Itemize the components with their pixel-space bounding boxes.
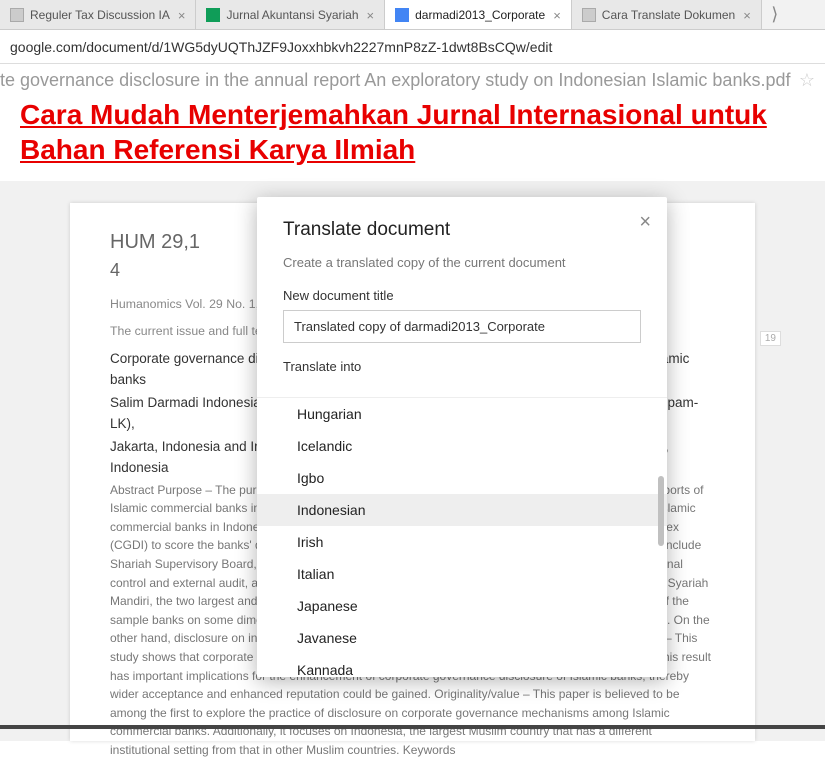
new-tab-button[interactable]: ⟩ — [762, 0, 788, 29]
language-option[interactable]: Hungarian — [257, 398, 667, 430]
browser-tabs: Reguler Tax Discussion IA × Jurnal Akunt… — [0, 0, 825, 30]
close-icon[interactable]: × — [639, 211, 651, 234]
language-option-highlighted[interactable]: Indonesian — [257, 494, 667, 526]
language-option[interactable]: Javanese — [257, 622, 667, 654]
language-option[interactable]: Japanese — [257, 590, 667, 622]
tab-0[interactable]: Reguler Tax Discussion IA × — [0, 0, 196, 30]
title-field-label: New document title — [283, 288, 641, 303]
title-input[interactable] — [283, 310, 641, 343]
overlay-headline: Cara Mudah Menterjemahkan Jurnal Interna… — [20, 97, 805, 167]
ruler-marker: 19 — [760, 331, 781, 346]
tab-title: Jurnal Akuntansi Syariah — [226, 8, 358, 22]
close-icon[interactable]: × — [553, 8, 561, 23]
url-bar[interactable]: google.com/document/d/1WG5dyUQThJZF9Joxx… — [0, 30, 825, 64]
language-option[interactable]: Irish — [257, 526, 667, 558]
close-icon[interactable]: × — [178, 8, 186, 23]
translate-modal: × Translate document Create a translated… — [257, 197, 667, 677]
modal-subtitle: Create a translated copy of the current … — [283, 255, 641, 270]
doc-filename-row: te governance disclosure in the annual r… — [0, 64, 825, 91]
tab-1[interactable]: Jurnal Akuntansi Syariah × — [196, 0, 385, 30]
language-option[interactable]: Icelandic — [257, 430, 667, 462]
doc-filename[interactable]: te governance disclosure in the annual r… — [0, 70, 790, 90]
scrollbar-thumb[interactable] — [658, 476, 664, 546]
close-icon[interactable]: × — [367, 8, 375, 23]
tab-favicon — [582, 8, 596, 22]
tab-title: darmadi2013_Corporate — [415, 8, 545, 22]
modal-title: Translate document — [283, 219, 641, 241]
tab-favicon — [395, 8, 409, 22]
star-icon[interactable]: ☆ — [799, 70, 815, 91]
tab-favicon — [206, 8, 220, 22]
tab-favicon — [10, 8, 24, 22]
language-dropdown[interactable]: Hungarian Icelandic Igbo Indonesian Iris… — [257, 397, 667, 677]
overlay-headline-area: Cara Mudah Menterjemahkan Jurnal Interna… — [0, 91, 825, 181]
language-option[interactable]: Igbo — [257, 462, 667, 494]
language-option[interactable]: Kannada — [257, 654, 667, 677]
url-text: google.com/document/d/1WG5dyUQThJZF9Joxx… — [10, 39, 552, 55]
tab-2[interactable]: darmadi2013_Corporate × — [385, 0, 572, 30]
tab-title: Cara Translate Dokumen — [602, 8, 735, 22]
bottom-bar — [0, 725, 825, 729]
tab-title: Reguler Tax Discussion IA — [30, 8, 170, 22]
language-option[interactable]: Italian — [257, 558, 667, 590]
close-icon[interactable]: × — [743, 8, 751, 23]
tab-3[interactable]: Cara Translate Dokumen × — [572, 0, 762, 30]
translate-into-label: Translate into — [283, 359, 641, 374]
